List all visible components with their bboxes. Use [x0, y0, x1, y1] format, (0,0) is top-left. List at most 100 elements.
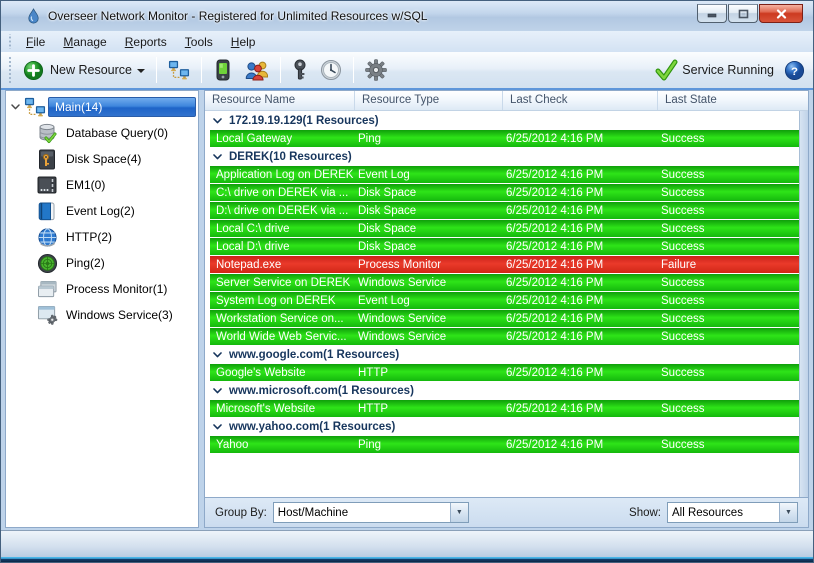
key-icon — [292, 59, 308, 81]
service-status: Service Running ? — [654, 59, 805, 81]
sidebar-item-event-log-2[interactable]: Event Log(2) — [6, 198, 198, 224]
toolbar-grip[interactable] — [7, 55, 13, 85]
group-row-172-19-19-129-1-resources[interactable]: 172.19.19.129(1 Resources) — [205, 112, 808, 130]
cell-name: Microsoft's Website — [216, 402, 316, 415]
table-row[interactable]: C:\ drive on DEREK via ... Disk Space 6/25… — [210, 184, 799, 201]
sidebar-item-process-monitor-1[interactable]: Process Monitor(1) — [6, 276, 198, 302]
show-label: Show: — [629, 506, 661, 519]
table-row[interactable]: Google's Website HTTP 6/25/2012 4:16 PM Suc… — [210, 364, 799, 381]
clock-icon — [320, 59, 342, 81]
menu-item-reports[interactable]: Reports — [116, 33, 176, 51]
menu-item-file[interactable]: File — [17, 33, 54, 51]
sidebar-item-disk-space-4[interactable]: Disk Space(4) — [6, 146, 198, 172]
table-row[interactable]: World Wide Web Servic... Windows Service 6… — [210, 328, 799, 345]
users-button[interactable] — [239, 55, 275, 85]
group-row-www-yahoo-com-1-resources[interactable]: www.yahoo.com(1 Resources) — [205, 418, 808, 436]
cell-check: 6/25/2012 4:16 PM — [506, 402, 604, 415]
sidebar-item-http-2[interactable]: HTTP(2) — [6, 224, 198, 250]
table-row[interactable]: Local Gateway Ping 6/25/2012 4:16 PM Succes… — [210, 130, 799, 147]
gear-icon — [365, 59, 387, 81]
cell-name: C:\ drive on DEREK via ... — [216, 186, 349, 199]
close-icon — [776, 8, 786, 19]
cell-state: Success — [661, 330, 705, 343]
menubar-grip[interactable] — [7, 34, 13, 49]
sidebar-item-label: Disk Space(4) — [66, 152, 142, 166]
new-resource-label: New Resource — [50, 63, 132, 77]
table-row[interactable]: Notepad.exe Process Monitor 6/25/2012 4:16… — [210, 256, 799, 273]
group-row-www-microsoft-com-1-resources[interactable]: www.microsoft.com(1 Resources) — [205, 382, 808, 400]
sidebar-item-main-14[interactable]: Main(14) — [6, 94, 198, 120]
vertical-scrollbar[interactable] — [799, 111, 808, 497]
chevron-down-icon[interactable]: ▼ — [779, 503, 797, 522]
credentials-button[interactable] — [286, 55, 314, 85]
cell-check: 6/25/2012 4:16 PM — [506, 204, 604, 217]
cell-state: Success — [661, 294, 705, 307]
table-row[interactable]: Application Log on DEREK Event Log 6/25/20… — [210, 166, 799, 183]
new-resource-button[interactable]: New Resource — [17, 55, 151, 85]
cell-name: D:\ drive on DEREK via ... — [216, 204, 349, 217]
schedule-button[interactable] — [314, 55, 348, 85]
cell-type: Event Log — [358, 168, 410, 181]
database-icon — [36, 123, 58, 143]
table-row[interactable]: Local D:\ drive Disk Space 6/25/2012 4:16 … — [210, 238, 799, 255]
group-collapse-icon[interactable] — [213, 388, 222, 394]
title-bar[interactable]: Overseer Network Monitor - Registered fo… — [1, 1, 813, 31]
group-by-select[interactable]: Host/Machine ▼ — [272, 502, 469, 523]
group-by-label: Group By: — [215, 506, 267, 519]
sidebar-item-em1-0[interactable]: EM1(0) — [6, 172, 198, 198]
sidebar-item-ping-2[interactable]: Ping(2) — [6, 250, 198, 276]
column-header-last-state[interactable]: Last State — [658, 91, 808, 110]
table-row[interactable]: Server Service on DEREK Windows Service 6/… — [210, 274, 799, 291]
table-row[interactable]: D:\ drive on DEREK via ... Disk Space 6/25… — [210, 202, 799, 219]
group-collapse-icon[interactable] — [213, 352, 222, 358]
column-header-last-check[interactable]: Last Check — [503, 91, 658, 110]
cell-state: Failure — [661, 258, 697, 271]
cell-name: Server Service on DEREK — [216, 276, 351, 289]
sidebar-item-label: Windows Service(3) — [66, 308, 173, 322]
toolbar-separator — [352, 57, 354, 83]
maximize-button[interactable] — [728, 4, 758, 23]
cell-check: 6/25/2012 4:16 PM — [506, 330, 604, 343]
manage-resources-button[interactable] — [162, 55, 196, 85]
tree-expander-icon[interactable] — [6, 104, 24, 110]
cell-check: 6/25/2012 4:16 PM — [506, 132, 604, 145]
disk-icon — [36, 149, 58, 169]
cell-check: 6/25/2012 4:16 PM — [506, 186, 604, 199]
table-row[interactable]: System Log on DEREK Event Log 6/25/2012 4:… — [210, 292, 799, 309]
group-row-www-google-com-1-resources[interactable]: www.google.com(1 Resources) — [205, 346, 808, 364]
group-collapse-icon[interactable] — [213, 118, 222, 124]
grid-header: Resource Name Resource Type Last Check Last… — [205, 91, 808, 111]
sidebar-item-windows-service-3[interactable]: Windows Service(3) — [6, 302, 198, 328]
cell-type: Ping — [358, 438, 382, 451]
cell-type: Windows Service — [358, 330, 447, 343]
group-collapse-icon[interactable] — [213, 424, 222, 430]
column-header-resource-name[interactable]: Resource Name — [205, 91, 355, 110]
cell-type: Ping — [358, 132, 382, 145]
cell-name: World Wide Web Servic... — [216, 330, 347, 343]
menu-items: File Manage Reports Tools Help — [17, 33, 264, 51]
table-row[interactable]: Yahoo Ping 6/25/2012 4:16 PM Success — [210, 436, 799, 453]
chevron-down-icon[interactable]: ▼ — [449, 503, 468, 522]
window-controls — [696, 4, 803, 23]
help-icon[interactable]: ? — [784, 60, 805, 81]
resource-grid-panel: Resource Name Resource Type Last Check Last… — [204, 90, 809, 528]
close-button[interactable] — [759, 4, 803, 23]
menu-item-tools[interactable]: Tools — [176, 33, 222, 51]
table-row[interactable]: Local C:\ drive Disk Space 6/25/2012 4:16 … — [210, 220, 799, 237]
show-select[interactable]: All Resources ▼ — [667, 502, 798, 523]
column-header-resource-type[interactable]: Resource Type — [355, 91, 503, 110]
table-row[interactable]: Microsoft's Website HTTP 6/25/2012 4:16 PM… — [210, 400, 799, 417]
menu-item-manage[interactable]: Manage — [54, 33, 115, 51]
toolbar-separator — [155, 57, 157, 83]
svg-text:?: ? — [791, 65, 798, 77]
minimize-button[interactable] — [697, 4, 727, 23]
notifications-button[interactable] — [207, 55, 239, 85]
group-collapse-icon[interactable] — [213, 154, 222, 160]
chevron-down-icon — [136, 68, 145, 73]
table-row[interactable]: Workstation Service on... Windows Service… — [210, 310, 799, 327]
menu-item-help[interactable]: Help — [222, 33, 265, 51]
settings-button[interactable] — [359, 55, 393, 85]
sidebar-item-database-query-0[interactable]: Database Query(0) — [6, 120, 198, 146]
group-row-derek-10-resources[interactable]: DEREK(10 Resources) — [205, 148, 808, 166]
cell-state: Success — [661, 312, 705, 325]
